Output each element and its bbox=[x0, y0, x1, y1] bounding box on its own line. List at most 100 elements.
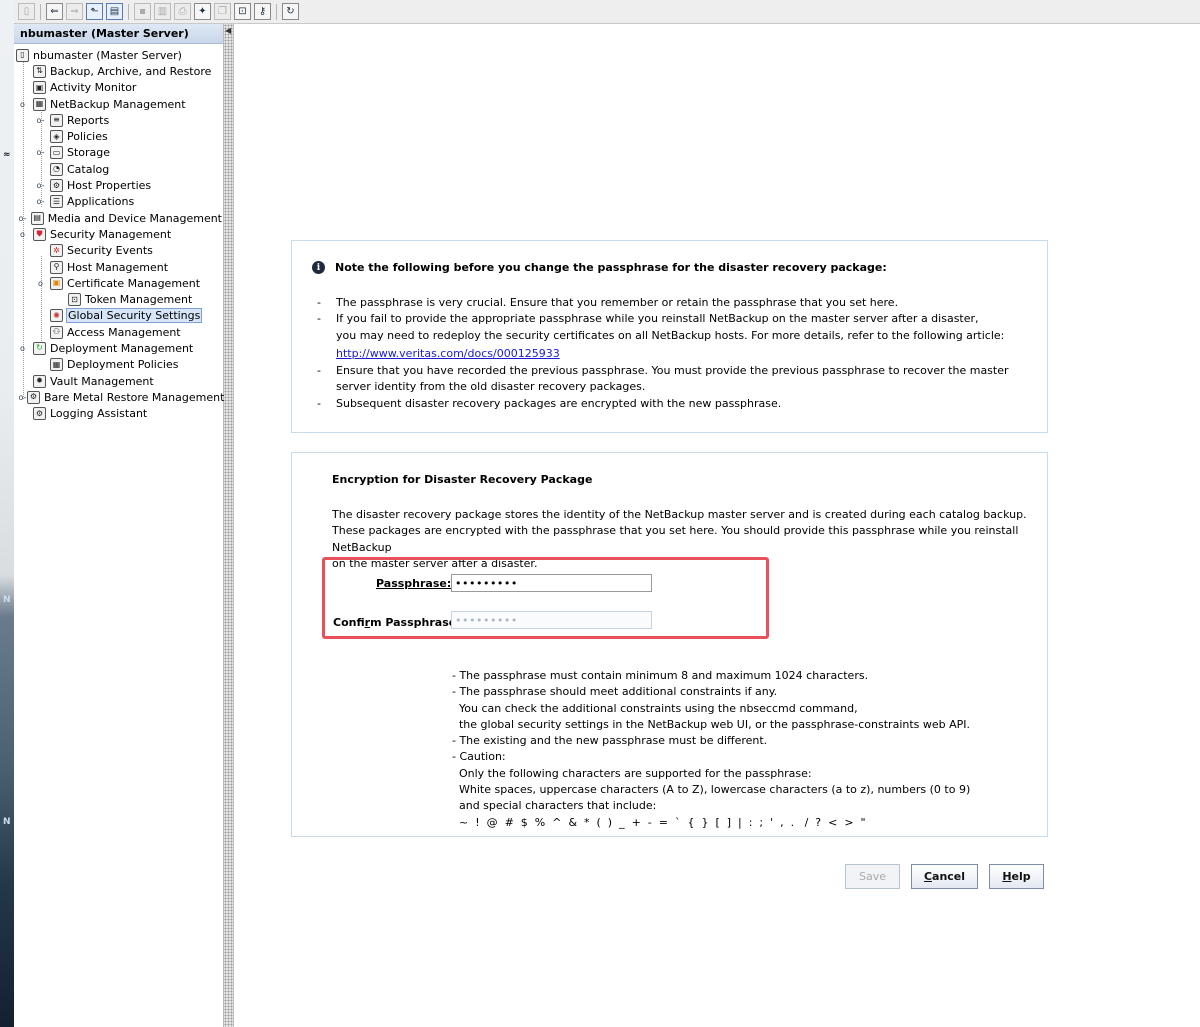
rule-line: the global security settings in the NetB… bbox=[452, 717, 971, 731]
veritas-article-link[interactable]: http://www.veritas.com/docs/000125933 bbox=[336, 347, 560, 360]
article-link-row: http://www.veritas.com/docs/000125933 bbox=[317, 346, 1037, 362]
collapse-icon[interactable]: o bbox=[18, 100, 27, 109]
tree-node-applications[interactable]: o- ☰ Applications bbox=[14, 194, 223, 210]
copy-icon[interactable]: ❐ bbox=[214, 3, 231, 20]
tree-node-label: Access Management bbox=[67, 325, 181, 339]
cancel-button[interactable]: Cancel bbox=[911, 864, 978, 889]
label-part: m Passphrase: bbox=[370, 616, 461, 629]
bare-metal-icon: ⚙ bbox=[27, 390, 40, 404]
token-icon: ⊡ bbox=[68, 293, 81, 307]
applications-icon: ☰ bbox=[50, 195, 63, 209]
cancel-label: ancel bbox=[932, 870, 966, 883]
tree-node-security-events[interactable]: ✲ Security Events bbox=[14, 243, 223, 259]
tree-node-logging-assistant[interactable]: ⚙ Logging Assistant bbox=[14, 406, 223, 422]
tree-toggle-icon[interactable]: ▤ bbox=[106, 3, 123, 20]
deployment-icon: ↻ bbox=[33, 341, 46, 355]
tree-node-label: nbumaster (Master Server) bbox=[33, 48, 182, 62]
tree-node-label: Backup, Archive, and Restore bbox=[50, 64, 212, 78]
tree-node-label: Host Management bbox=[67, 260, 169, 274]
preview-icon[interactable]: ▥ bbox=[154, 3, 171, 20]
bullet-text: If you fail to provide the appropriate p… bbox=[336, 312, 979, 326]
tree-node-label: Certificate Management bbox=[67, 276, 201, 290]
tree-node-activity-monitor[interactable]: ▣ Activity Monitor bbox=[14, 80, 223, 96]
list-item: - The passphrase is very crucial. Ensure … bbox=[317, 295, 1037, 311]
print-icon[interactable]: ⎙ bbox=[174, 3, 191, 20]
collapse-icon[interactable]: o bbox=[18, 344, 27, 353]
tree-node-netbackup-management[interactable]: o ▦ NetBackup Management bbox=[14, 96, 223, 112]
tree-node-global-security-settings[interactable]: ✺ Global Security Settings bbox=[14, 308, 223, 324]
rule-line: Only the following characters are suppor… bbox=[452, 766, 812, 780]
tree-node-certificate-management[interactable]: o ▣ Certificate Management bbox=[14, 275, 223, 291]
expand-icon[interactable]: o- bbox=[18, 393, 27, 402]
tree-node-catalog[interactable]: ◔ Catalog bbox=[14, 161, 223, 177]
save-icon[interactable]: ▪ bbox=[134, 3, 151, 20]
deployment-policies-icon: ▦ bbox=[50, 358, 63, 372]
note-heading-text: Note the following before you change the… bbox=[335, 261, 887, 274]
expand-icon[interactable]: o- bbox=[36, 181, 45, 190]
tree-node-access-management[interactable]: ⚇ Access Management bbox=[14, 324, 223, 340]
passphrase-input[interactable] bbox=[451, 574, 652, 592]
collapse-left-icon[interactable]: ◀ bbox=[225, 26, 231, 35]
bullet-text: Subsequent disaster recovery packages ar… bbox=[336, 396, 782, 410]
expand-icon[interactable]: o- bbox=[36, 197, 45, 206]
rule-line: White spaces, uppercase characters (A to… bbox=[452, 783, 971, 797]
desktop-background: ≈ N N bbox=[0, 0, 14, 1027]
collapse-icon[interactable]: o bbox=[18, 230, 27, 239]
expand-icon[interactable]: o- bbox=[36, 116, 45, 125]
toolbar-separator bbox=[128, 3, 129, 20]
bullet-text: The passphrase is very crucial. Ensure t… bbox=[336, 296, 899, 309]
tree-node-storage[interactable]: o- ▭ Storage bbox=[14, 145, 223, 161]
tree-node-bare-metal-restore[interactable]: o- ⚙ Bare Metal Restore Management bbox=[14, 389, 224, 405]
info-icon: i bbox=[312, 261, 325, 274]
help-button[interactable]: Help bbox=[989, 864, 1044, 889]
media-device-icon: ▤ bbox=[30, 211, 44, 225]
panel-splitter[interactable]: ◀ bbox=[224, 24, 234, 1027]
dialog-buttons: Save Cancel Help bbox=[845, 864, 1044, 889]
tree-node-media-device-management[interactable]: o- ▤ Media and Device Management bbox=[14, 210, 223, 226]
tree-node-security-management[interactable]: o ⛊ Security Management bbox=[14, 226, 223, 242]
tree-node-master-server[interactable]: ▯ nbumaster (Master Server) bbox=[14, 47, 223, 63]
vault-icon: ✹ bbox=[33, 374, 46, 388]
up-folder-icon[interactable]: ⬑ bbox=[86, 3, 103, 20]
connect-icon[interactable]: ✦ bbox=[194, 3, 211, 20]
certificate-icon: ▣ bbox=[50, 276, 63, 290]
save-button[interactable]: Save bbox=[845, 864, 900, 889]
tree-node-label: Token Management bbox=[85, 293, 193, 307]
confirm-passphrase-input[interactable] bbox=[451, 611, 652, 629]
tree-node-host-properties[interactable]: o- ⚙ Host Properties bbox=[14, 177, 223, 193]
rule-line: You can check the additional constraints… bbox=[452, 701, 858, 715]
tree-node-label: Policies bbox=[67, 130, 108, 144]
rule-line: - The existing and the new passphrase mu… bbox=[452, 734, 768, 748]
tree-node-label: Storage bbox=[67, 146, 111, 160]
expand-icon[interactable]: o- bbox=[18, 214, 27, 223]
tree-node-deployment-management[interactable]: o ↻ Deployment Management bbox=[14, 340, 223, 356]
tree-node-label: Security Events bbox=[67, 244, 153, 258]
back-arrow-icon[interactable]: ⇐ bbox=[46, 3, 63, 20]
tree-node-label: Activity Monitor bbox=[50, 81, 137, 95]
tree-node-policies[interactable]: ◈ Policies bbox=[14, 128, 223, 144]
user-key-icon[interactable]: ⚷ bbox=[254, 3, 271, 20]
tree-node-reports[interactable]: o- ≡ Reports bbox=[14, 112, 223, 128]
expand-icon[interactable]: o- bbox=[36, 148, 45, 157]
tree-node-backup-archive-restore[interactable]: ⇅ Backup, Archive, and Restore bbox=[14, 63, 223, 79]
tree-node-deployment-policies[interactable]: ▦ Deployment Policies bbox=[14, 357, 223, 373]
label-part: Confi bbox=[333, 616, 365, 629]
lock-icon[interactable]: ⊡ bbox=[234, 3, 251, 20]
help-mnemonic: H bbox=[1002, 870, 1012, 883]
toolbar: ▯ ⇐ ⇒ ⬑ ▤ ▪ ▥ ⎙ ✦ ❐ ⊡ ⚷ ↻ bbox=[14, 0, 1200, 24]
security-events-icon: ✲ bbox=[50, 244, 63, 258]
tree-node-token-management[interactable]: ⊡ Token Management bbox=[14, 291, 223, 307]
desktop-edge-mark: N bbox=[3, 817, 11, 827]
server-icon: ▯ bbox=[16, 48, 29, 62]
tree-node-vault-management[interactable]: ✹ Vault Management bbox=[14, 373, 223, 389]
server-icon[interactable]: ▯ bbox=[18, 3, 35, 20]
tree-node-host-management[interactable]: ⚲ Host Management bbox=[14, 259, 223, 275]
refresh-icon[interactable]: ↻ bbox=[282, 3, 299, 20]
forward-arrow-icon[interactable]: ⇒ bbox=[66, 3, 83, 20]
bullet-text: server identity from the old disaster re… bbox=[336, 380, 646, 394]
collapse-icon[interactable]: o bbox=[36, 279, 45, 288]
nav-panel-title: nbumaster (Master Server) bbox=[14, 24, 223, 44]
description-line: These packages are encrypted with the pa… bbox=[332, 524, 1019, 554]
list-item-continuation: server identity from the old disaster re… bbox=[317, 379, 1037, 395]
policies-icon: ◈ bbox=[50, 130, 63, 144]
